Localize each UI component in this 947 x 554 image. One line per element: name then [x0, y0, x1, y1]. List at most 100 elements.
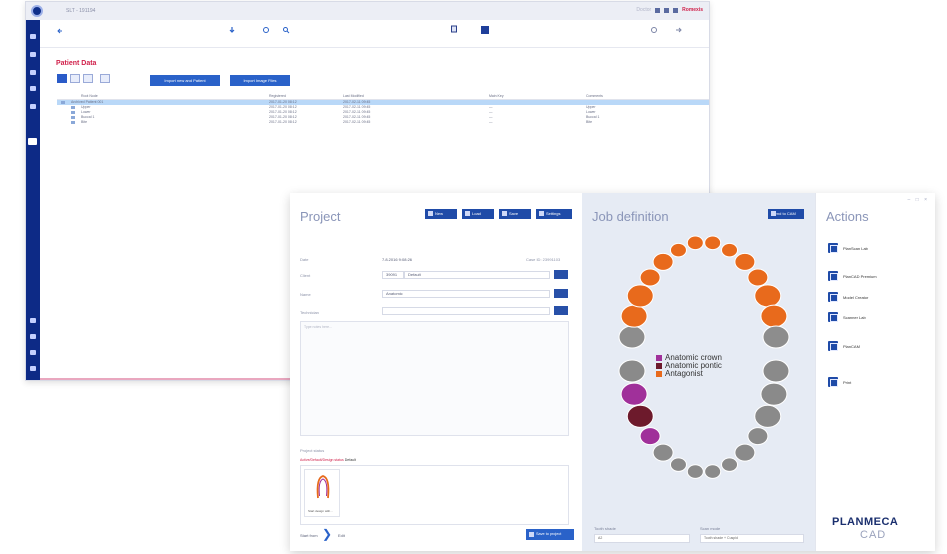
lower-tooth[interactable]: [747, 427, 769, 446]
maximize-icon[interactable]: [664, 7, 670, 13]
lower-tooth[interactable]: [721, 457, 739, 472]
status-value: Default: [344, 458, 356, 462]
nav-patients-icon[interactable]: [30, 52, 36, 57]
minimize-icon[interactable]: [655, 7, 661, 13]
file-icon: [71, 106, 75, 109]
upper-tooth[interactable]: [626, 284, 654, 308]
header-modified[interactable]: Last Modified: [343, 94, 364, 98]
lower-tooth[interactable]: [762, 359, 790, 383]
upper-tooth[interactable]: [760, 304, 788, 328]
tab-list[interactable]: [57, 74, 67, 83]
settings-button[interactable]: Settings: [536, 209, 572, 219]
action-scanner-lab[interactable]: Scanner Lab: [828, 312, 866, 322]
lower-tooth[interactable]: [626, 404, 654, 428]
upper-tooth[interactable]: [734, 252, 756, 271]
row-modified: 2017-02-11 09:45: [343, 110, 371, 114]
title-bar: SLT - 191194 Doctor Romexis: [26, 2, 709, 20]
load-project-button[interactable]: Load: [462, 209, 494, 219]
header-comments[interactable]: Comments: [586, 94, 603, 98]
action-plancam[interactable]: PlanCAM: [828, 341, 860, 351]
back-arrow-icon[interactable]: [56, 27, 64, 35]
print-icon: [828, 377, 838, 387]
phase-card[interactable]: Start design with...: [304, 469, 340, 517]
scan-mode-select[interactable]: Tooth shade + Cuspid: [700, 534, 804, 543]
tooth-shade-select[interactable]: A2: [594, 534, 690, 543]
import-patient-button[interactable]: Import new and Patient: [150, 75, 220, 86]
lower-tooth[interactable]: [704, 464, 722, 479]
chevron-right-icon[interactable]: ❯: [322, 528, 332, 540]
lower-tooth[interactable]: [652, 443, 674, 462]
planmeca-cad-window: Project New Load Save Settings Date 7.8.…: [290, 193, 935, 551]
edit-label[interactable]: Edit: [338, 533, 345, 538]
header-root[interactable]: Root Node: [81, 94, 98, 98]
start-from-label: Start from: [300, 533, 318, 538]
technician-select[interactable]: [382, 307, 550, 315]
lower-tooth[interactable]: [760, 382, 788, 406]
action-plancad-premium[interactable]: PlanCAD Premium: [828, 271, 877, 281]
upper-tooth[interactable]: [686, 235, 704, 251]
antagonist-swatch: [656, 371, 662, 377]
upper-tooth[interactable]: [762, 325, 790, 349]
action-planscan-lab[interactable]: PlanScan Lab: [828, 243, 868, 253]
upper-tooth[interactable]: [669, 242, 687, 258]
send-to-cam-button[interactable]: Send to CAM: [768, 209, 804, 219]
nav-help-icon[interactable]: [30, 318, 36, 323]
export-icon[interactable]: [650, 26, 658, 34]
lower-tooth[interactable]: [754, 404, 782, 428]
document-icon[interactable]: [450, 25, 458, 33]
lower-tooth[interactable]: [669, 457, 687, 472]
nav-user-icon[interactable]: [30, 350, 36, 355]
table-row[interactable]: Bite 2017-01-20 08:12 2017-02-11 09:45 —…: [57, 120, 709, 125]
header-key[interactable]: Main Key: [489, 94, 504, 98]
upper-tooth[interactable]: [747, 268, 769, 287]
lower-tooth[interactable]: [639, 427, 661, 446]
save-to-project-button[interactable]: Save to project: [526, 529, 574, 540]
window-controls[interactable]: – □ ×: [908, 197, 930, 203]
new-project-button[interactable]: New: [425, 209, 457, 219]
upper-tooth[interactable]: [721, 242, 739, 258]
tab-grid[interactable]: [70, 74, 80, 83]
lower-tooth[interactable]: [618, 359, 646, 383]
client-prefix-field[interactable]: 39091: [382, 271, 404, 279]
upper-tooth[interactable]: [620, 304, 648, 328]
nav-cad-icon[interactable]: [28, 138, 37, 145]
action-print[interactable]: Print: [828, 377, 851, 387]
nav-tools-icon[interactable]: [30, 86, 36, 91]
name-edit-button[interactable]: [554, 289, 568, 298]
import-icon[interactable]: [228, 26, 236, 34]
action-model-creator[interactable]: Model Creator: [828, 292, 868, 302]
upper-tooth[interactable]: [618, 325, 646, 349]
upload-icon[interactable]: [262, 26, 270, 34]
header-registered[interactable]: Registered: [269, 94, 286, 98]
nav-info-icon[interactable]: [30, 334, 36, 339]
folder-icon: [61, 101, 65, 104]
nav-logout-icon[interactable]: [30, 366, 36, 371]
upper-tooth[interactable]: [704, 235, 722, 251]
technician-edit-button[interactable]: [554, 306, 568, 315]
row-key: —: [489, 115, 493, 119]
lower-tooth[interactable]: [734, 443, 756, 462]
nav-home-icon[interactable]: [30, 34, 36, 39]
close-icon[interactable]: [673, 7, 679, 13]
save-icon[interactable]: [480, 25, 490, 35]
exit-icon[interactable]: [674, 26, 682, 34]
scanner-icon: [828, 312, 838, 322]
upper-tooth[interactable]: [652, 252, 674, 271]
tab-preview[interactable]: [100, 74, 110, 83]
import-images-button[interactable]: Import Image Files: [230, 75, 290, 86]
client-edit-button[interactable]: [554, 270, 568, 279]
lower-tooth[interactable]: [686, 464, 704, 479]
client-select[interactable]: Default: [404, 271, 550, 279]
tab-detail[interactable]: [83, 74, 93, 83]
nav-images-icon[interactable]: [30, 70, 36, 75]
project-status-label: Project status: [300, 448, 325, 453]
search-icon[interactable]: [282, 26, 290, 34]
save-project-button[interactable]: Save: [499, 209, 531, 219]
upper-tooth[interactable]: [639, 268, 661, 287]
nav-settings-icon[interactable]: [30, 104, 36, 109]
name-field[interactable]: Anatomic: [382, 290, 550, 298]
upper-tooth[interactable]: [754, 284, 782, 308]
notes-textarea[interactable]: Type notes here...: [300, 321, 569, 436]
window-title: SLT - 191194: [66, 8, 96, 14]
lower-tooth[interactable]: [620, 382, 648, 406]
